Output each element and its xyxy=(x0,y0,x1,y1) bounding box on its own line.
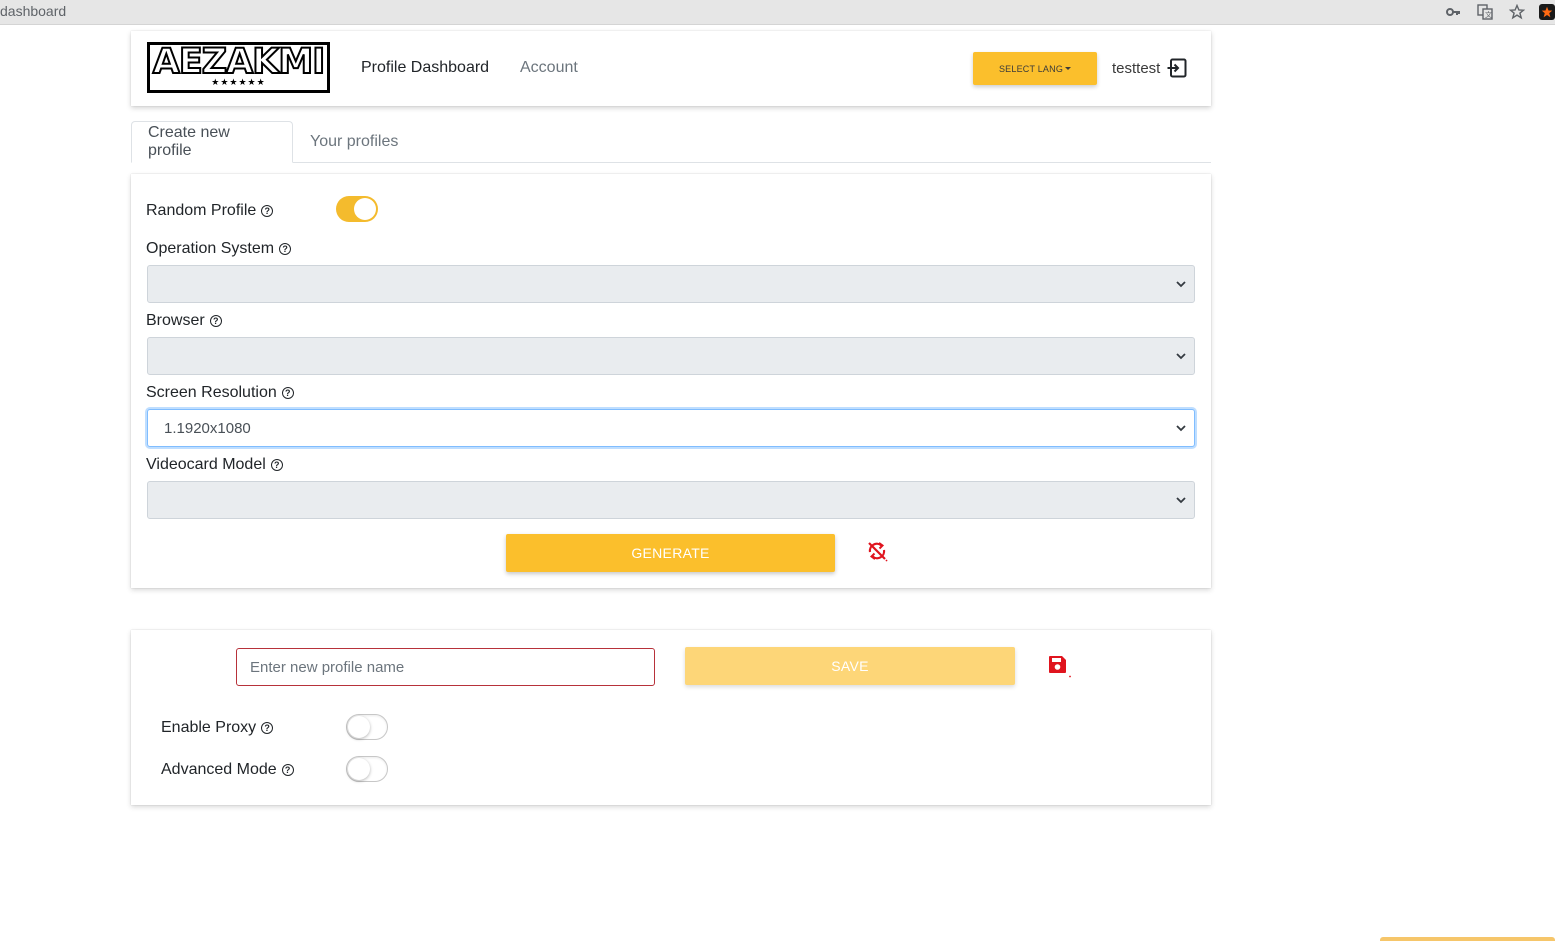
save-button[interactable]: SAVE xyxy=(685,647,1015,685)
tab-create-new-profile[interactable]: Create new profile xyxy=(131,121,293,163)
advanced-mode-text: Advanced Mode xyxy=(161,761,277,778)
extension-icon[interactable] xyxy=(1539,4,1555,20)
help-icon[interactable]: ? xyxy=(261,722,274,734)
browser-text: Browser xyxy=(146,312,205,329)
username: testtest xyxy=(1112,60,1161,77)
enable-proxy-toggle[interactable] xyxy=(346,714,388,740)
browser-toolbar: dashboard 文 xyxy=(0,0,1555,25)
screen-resolution-text: Screen Resolution xyxy=(146,384,277,401)
corner-accent-bar xyxy=(1380,937,1555,941)
tab-your-profiles[interactable]: Your profiles xyxy=(294,121,414,163)
nav-profile-dashboard[interactable]: Profile Dashboard xyxy=(361,59,489,77)
advanced-mode-label: Advanced Mode ? xyxy=(161,761,294,779)
generate-button[interactable]: GENERATE xyxy=(506,534,835,572)
translate-icon[interactable]: 文 xyxy=(1475,2,1495,22)
videocard-model-select[interactable] xyxy=(147,481,1195,519)
svg-text:文: 文 xyxy=(1485,10,1492,19)
enable-proxy-text: Enable Proxy xyxy=(161,719,257,736)
videocard-model-label: Videocard Model ? xyxy=(146,456,283,474)
caret-down-icon xyxy=(1065,66,1072,70)
logout-icon[interactable] xyxy=(1167,58,1187,78)
chevron-down-icon xyxy=(1176,281,1186,288)
reset-sync-icon[interactable] xyxy=(866,540,888,562)
logo-stars: ★★★★★★ xyxy=(211,77,266,87)
brand-logo[interactable]: AEZAKMI ★★★★★★ xyxy=(147,42,330,93)
help-icon[interactable]: ? xyxy=(281,764,294,776)
nav-account[interactable]: Account xyxy=(520,59,578,77)
operation-system-label: Operation System ? xyxy=(146,240,292,258)
logo-text: AEZAKMI xyxy=(152,42,326,82)
random-profile-toggle[interactable] xyxy=(336,196,378,222)
chevron-down-icon xyxy=(1176,353,1186,360)
videocard-model-text: Videocard Model xyxy=(146,456,266,473)
key-icon[interactable] xyxy=(1443,2,1463,22)
floppy-disk-icon[interactable] xyxy=(1047,654,1071,678)
operation-system-text: Operation System xyxy=(146,240,275,257)
toggle-knob xyxy=(348,716,370,738)
random-profile-text: Random Profile xyxy=(146,202,257,219)
chevron-down-icon xyxy=(1176,425,1186,432)
browser-select[interactable] xyxy=(147,337,1195,375)
profile-name-input[interactable]: Enter new profile name xyxy=(236,648,655,686)
browser-label: Browser ? xyxy=(146,312,222,330)
toggle-knob xyxy=(354,198,376,220)
advanced-mode-toggle[interactable] xyxy=(346,756,388,782)
chevron-down-icon xyxy=(1176,497,1186,504)
screen-resolution-value: 1.1920x1080 xyxy=(164,419,251,437)
address-bar[interactable]: dashboard xyxy=(0,3,66,19)
enable-proxy-label: Enable Proxy ? xyxy=(161,719,274,737)
help-icon[interactable]: ? xyxy=(270,459,283,471)
screen-resolution-select[interactable]: 1.1920x1080 xyxy=(147,409,1195,447)
help-icon[interactable]: ? xyxy=(279,243,292,255)
save-profile-card: Enter new profile name SAVE Enable Proxy… xyxy=(131,630,1211,805)
operation-system-select[interactable] xyxy=(147,265,1195,303)
select-language-button[interactable]: SELECT LANG xyxy=(973,52,1097,85)
help-icon[interactable]: ? xyxy=(209,315,222,327)
profile-generator-card: Random Profile ? Operation System ? Brow… xyxy=(131,174,1211,588)
browser-actions: 文 xyxy=(1443,2,1555,22)
help-icon[interactable]: ? xyxy=(281,387,294,399)
star-icon[interactable] xyxy=(1507,2,1527,22)
help-icon[interactable]: ? xyxy=(261,205,274,217)
profile-tabs: Create new profile Your profiles xyxy=(131,121,1211,163)
select-language-label: SELECT LANG xyxy=(998,63,1064,74)
random-profile-label: Random Profile ? xyxy=(146,202,274,220)
top-navbar: AEZAKMI ★★★★★★ Profile Dashboard Account… xyxy=(131,31,1211,106)
toggle-knob xyxy=(348,758,370,780)
screen-resolution-label: Screen Resolution ? xyxy=(146,384,294,402)
